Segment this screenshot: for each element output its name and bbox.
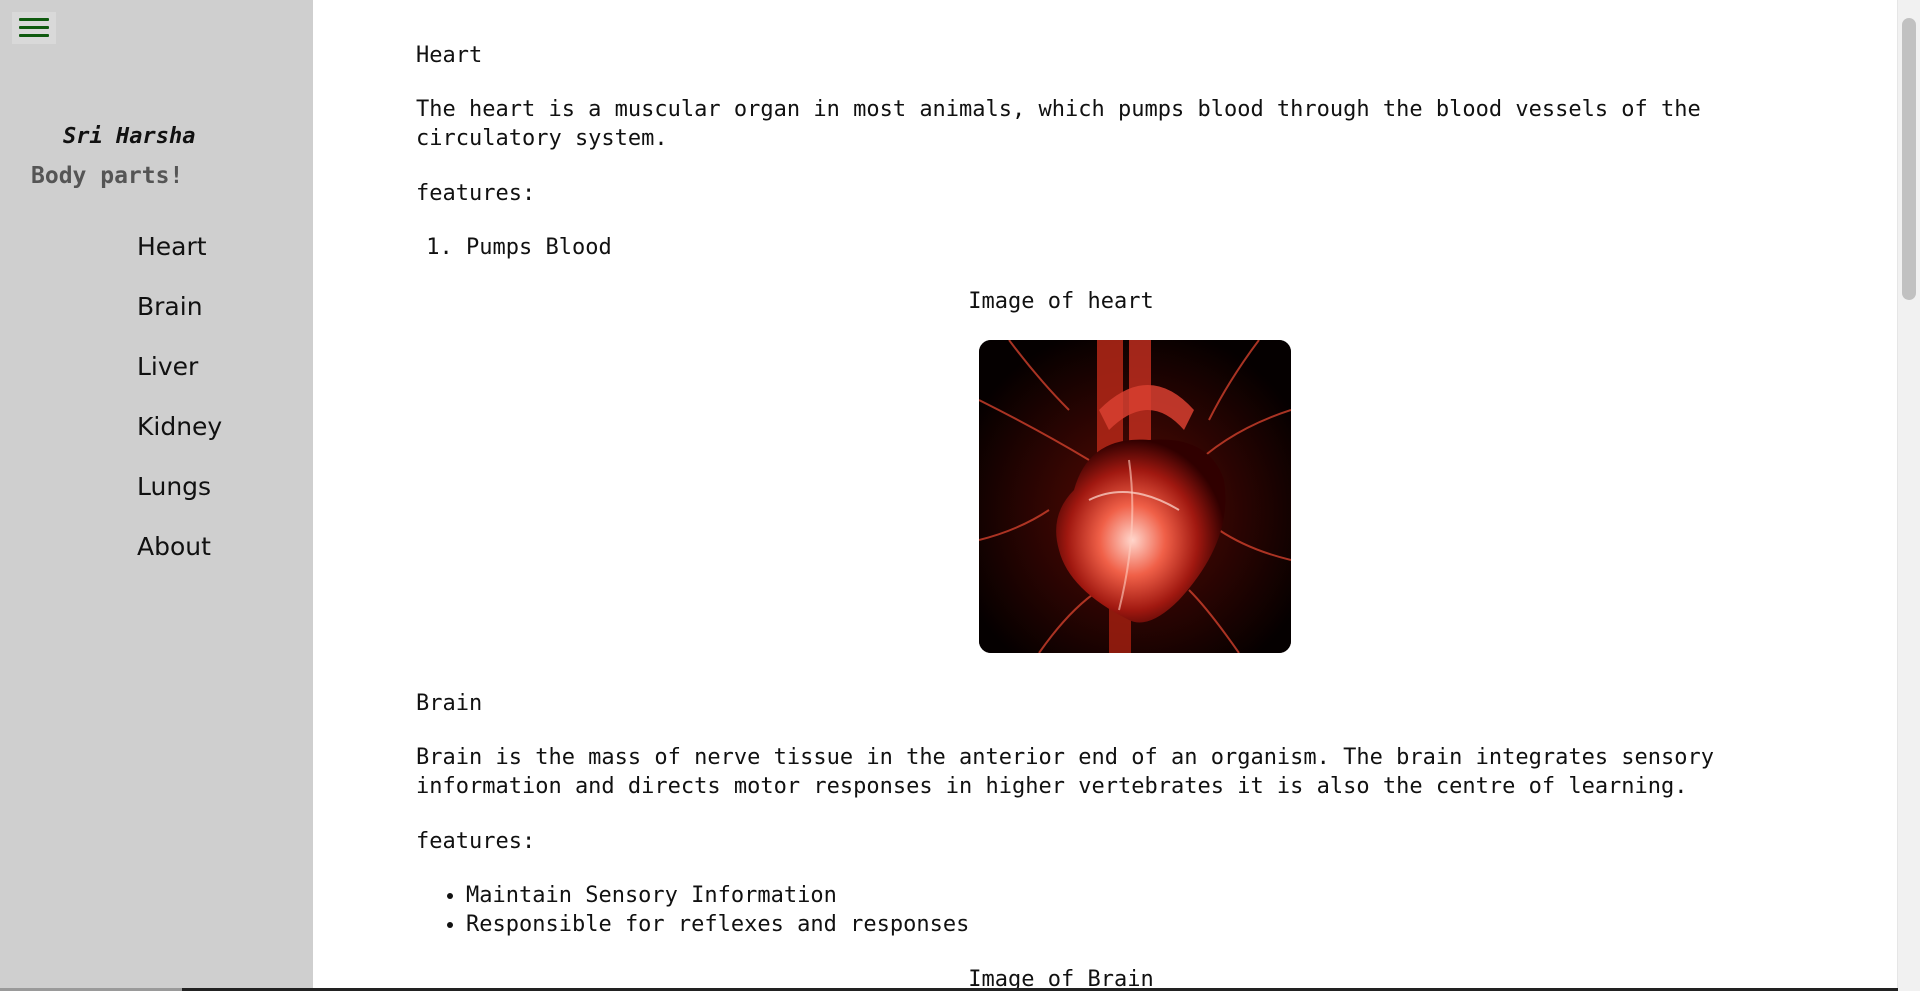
brain-features-list: Maintain Sensory Information Responsible… [416,882,969,939]
heart-description: The heart is a muscular organ in most an… [416,97,1701,151]
sidebar: Sri Harsha Body parts! Heart Brain Liver… [0,0,313,991]
nav-link-heart[interactable]: Heart [0,228,313,288]
heart-image [979,340,1291,653]
nav-link-about[interactable]: About [0,528,313,588]
heart-image-caption: Image of heart [968,289,1154,314]
scrollbar-thumb[interactable] [1902,18,1916,300]
nav-link-liver[interactable]: Liver [0,348,313,408]
nav-link-lungs[interactable]: Lungs [0,468,313,528]
site-subtitle: Body parts! [31,163,184,189]
brain-title: Brain [416,691,483,716]
heart-title: Heart [416,43,483,68]
list-item: Pumps Blood [466,234,612,263]
author-name: Sri Harsha [63,124,196,149]
list-item: Maintain Sensory Information [466,882,969,911]
nav-link-kidney[interactable]: Kidney [0,408,313,468]
heart-features-list: Pumps Blood [416,234,612,263]
brain-description: Brain is the mass of nerve tissue in the… [416,745,1715,799]
list-item: Responsible for reflexes and responses [466,911,969,940]
heart-features-label: features: [416,181,536,206]
nav-link-brain[interactable]: Brain [0,288,313,348]
hamburger-menu-icon[interactable] [12,12,56,44]
vertical-scrollbar[interactable] [1897,0,1920,991]
sidebar-nav: Heart Brain Liver Kidney Lungs About [0,228,313,588]
brain-features-label: features: [416,829,536,854]
